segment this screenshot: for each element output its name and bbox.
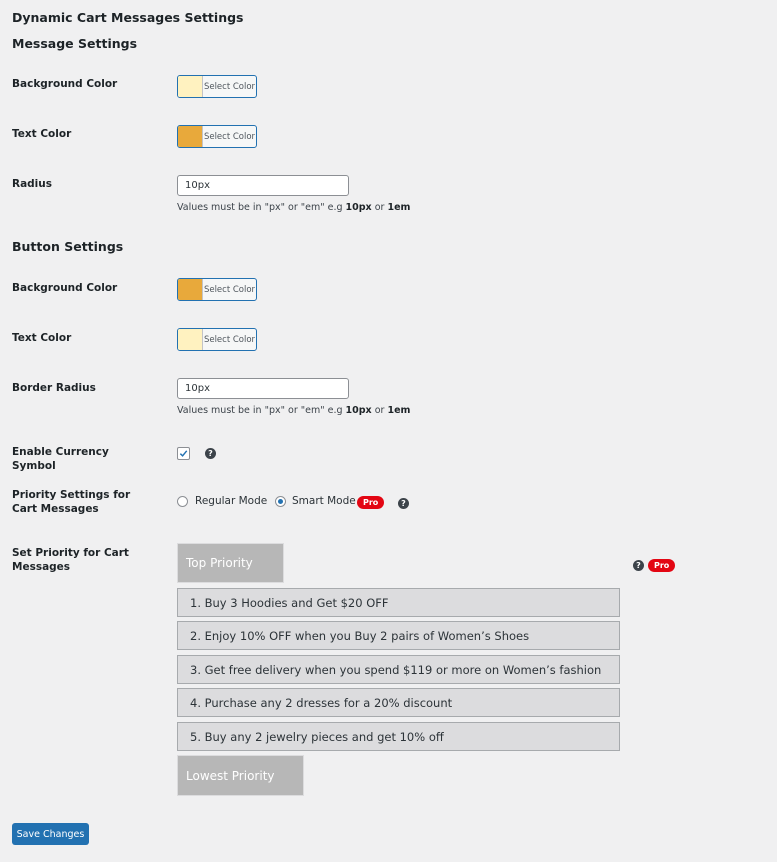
help-icon[interactable]: ?	[205, 448, 216, 459]
regular-mode-radio[interactable]	[177, 496, 188, 507]
pro-badge: Pro	[357, 496, 385, 509]
priority-list-item[interactable]: 1. Buy 3 Hoodies and Get $20 OFF	[177, 588, 620, 617]
currency-symbol-label: Enable Currency Symbol	[12, 446, 109, 472]
hint-or: or	[371, 202, 388, 213]
priority-list-item[interactable]: 3. Get free delivery when you spend $119…	[177, 655, 620, 684]
smart-mode-label[interactable]: Smart Mode	[292, 495, 356, 507]
pro-badge: Pro	[648, 559, 676, 572]
hint-example-em: 1em	[387, 202, 411, 213]
help-icon[interactable]: ?	[633, 560, 644, 571]
msg-radius-input[interactable]	[177, 175, 349, 196]
radio-selected-dot	[278, 499, 283, 504]
checkmark-icon	[179, 450, 188, 457]
save-changes-button[interactable]: Save Changes	[12, 823, 89, 845]
btn-bg-color-picker[interactable]: Select Color	[177, 278, 257, 301]
hint-text: Values must be in "px" or "em" e.g	[177, 202, 346, 213]
priority-list-item[interactable]: 2. Enjoy 10% OFF when you Buy 2 pairs of…	[177, 621, 620, 650]
msg-bg-color-picker[interactable]: Select Color	[177, 75, 257, 98]
priority-list-item[interactable]: 5. Buy any 2 jewelry pieces and get 10% …	[177, 722, 620, 751]
hint-example-px: 10px	[345, 202, 372, 213]
smart-mode-radio[interactable]	[275, 496, 286, 507]
page-title: Dynamic Cart Messages Settings	[12, 10, 244, 25]
select-color-label: Select Color	[203, 334, 256, 345]
btn-bg-color-label: Background Color	[12, 282, 118, 294]
message-settings-heading: Message Settings	[12, 36, 138, 51]
hint-text: Values must be in "px" or "em" e.g	[177, 405, 346, 416]
select-color-label: Select Color	[203, 131, 256, 142]
msg-text-color-picker[interactable]: Select Color	[177, 125, 257, 148]
msg-text-color-label: Text Color	[12, 128, 72, 140]
color-swatch	[178, 126, 203, 147]
hint-example-em: 1em	[387, 405, 411, 416]
hint-or: or	[371, 405, 388, 416]
select-color-label: Select Color	[203, 81, 256, 92]
currency-symbol-checkbox[interactable]	[177, 447, 190, 460]
btn-text-color-label: Text Color	[12, 332, 72, 344]
regular-mode-label[interactable]: Regular Mode	[195, 495, 267, 507]
priority-list-label: Set Priority for Cart Messages	[12, 547, 129, 573]
hint-example-px: 10px	[345, 405, 372, 416]
top-priority-marker: Top Priority	[177, 543, 284, 583]
btn-radius-hint: Values must be in "px" or "em" e.g 10px …	[177, 405, 410, 416]
lowest-priority-marker: Lowest Priority	[177, 755, 304, 796]
select-color-label: Select Color	[203, 284, 256, 295]
msg-bg-color-label: Background Color	[12, 78, 118, 90]
color-swatch	[178, 279, 203, 300]
help-icon[interactable]: ?	[398, 498, 409, 509]
priority-mode-label: Priority Settings for Cart Messages	[12, 489, 131, 515]
color-swatch	[178, 329, 203, 350]
color-swatch	[178, 76, 203, 97]
button-settings-heading: Button Settings	[12, 239, 124, 254]
btn-border-radius-input[interactable]	[177, 378, 349, 399]
btn-text-color-picker[interactable]: Select Color	[177, 328, 257, 351]
msg-radius-label: Radius	[12, 178, 53, 190]
btn-border-radius-label: Border Radius	[12, 382, 96, 394]
priority-list-item[interactable]: 4. Purchase any 2 dresses for a 20% disc…	[177, 688, 620, 717]
msg-radius-hint: Values must be in "px" or "em" e.g 10px …	[177, 202, 410, 213]
